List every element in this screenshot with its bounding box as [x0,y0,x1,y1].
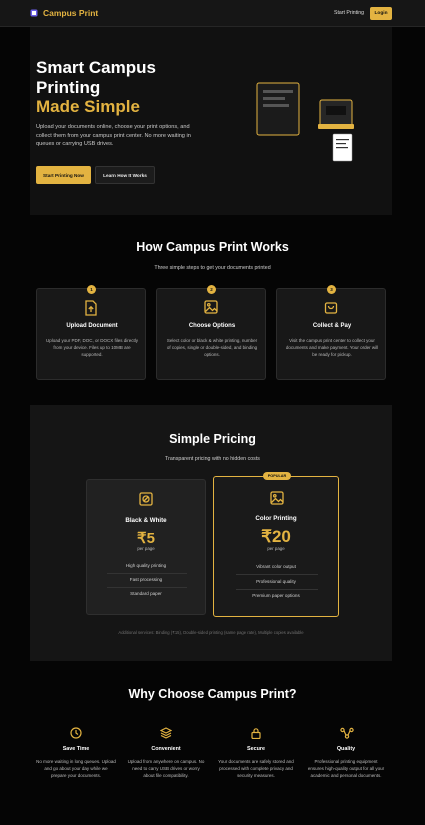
clock-icon [70,727,82,739]
hero-title: Smart Campus Printing Made Simple [36,58,236,117]
step-number: 3 [327,285,336,294]
feature-divider [236,574,318,575]
step-title: Collect & Pay [312,323,352,329]
plan-name: Black & White [125,517,167,524]
feature-divider [107,573,187,574]
step-description: Select color or black & white printing, … [166,338,258,357]
hero-title-line-2: Printing [36,77,101,97]
plan-feature: High quality printing [125,563,167,568]
plan-feature: Professional quality [256,579,296,584]
step-description: Visit the campus print center to collect… [285,338,379,357]
bw-print-icon [139,492,153,506]
feature-divider [107,587,187,588]
color-print-icon [270,491,284,505]
popular-badge: POPULAR [263,472,291,480]
why-description: Upload from anywhere on campus. No need … [127,759,205,778]
price-card-bw[interactable]: Black & White ₹5 per page High quality p… [86,479,206,615]
printer-logo-icon [30,9,38,17]
how-section-subtitle: Three simple steps to get your documents… [154,265,271,271]
hero-title-line-1: Smart Campus [36,58,156,77]
plan-unit: per page [267,546,285,551]
plan-feature: Fast processing [129,577,163,582]
why-title: Save Time [62,746,90,752]
step-card-options: 2 Choose Options Select color or black &… [156,285,266,380]
why-description: No more waiting in long queues. Upload a… [36,759,116,778]
step-title: Upload Document [66,323,118,329]
plan-unit: per page [137,546,155,551]
hero-title-line-3: Made Simple [36,97,140,116]
feature-divider [236,589,318,590]
why-title: Quality [336,746,356,752]
how-section-title: How Campus Print Works [136,240,289,254]
price-card-color[interactable]: POPULAR Color Printing ₹20 per page Vibr… [213,472,339,617]
step-number: 2 [207,285,216,294]
step-number: 1 [87,285,96,294]
pricing-note: Additional services: Binding (₹15), Doub… [118,630,304,635]
start-printing-link[interactable]: Start Printing [334,10,364,16]
quality-nodes-icon [340,727,354,739]
login-button[interactable]: Login [370,7,392,20]
top-nav: Campus Print Start Printing Login [0,0,425,27]
lock-icon [251,728,261,739]
plan-feature: Vibrant color output [256,564,296,569]
why-description: Your documents are safely stored and pro… [218,759,294,778]
image-options-icon [204,300,218,314]
plan-feature: Premium paper options [252,593,300,598]
pricing-title: Simple Pricing [169,432,256,446]
plan-price: ₹20 [261,527,291,546]
plan-feature: Standard paper [130,591,162,596]
step-description: Upload your PDF, DOC, or DOCX files dire… [45,338,139,357]
hero-description: Upload your documents online, choose you… [36,124,191,148]
plan-name: Color Printing [255,515,297,522]
learn-how-button[interactable]: Learn How It Works [95,166,155,184]
why-title: Secure [247,746,265,752]
why-description: Professional printing equipment ensures … [307,759,385,778]
plan-price: ₹5 [137,530,155,547]
start-printing-button[interactable]: Start Printing Now [36,166,91,184]
pricing-subtitle: Transparent pricing with no hidden costs [165,456,260,462]
step-card-upload: 1 Upload Document Upload your PDF, DOC, … [36,285,146,380]
document-upload-icon [85,300,97,316]
layers-icon [160,727,172,739]
brand-name: Campus Print [43,8,99,18]
shopping-bag-icon [324,302,338,314]
step-title: Choose Options [188,323,236,329]
brand[interactable]: Campus Print [30,8,98,18]
step-card-collect: 3 Collect & Pay Visit the campus print c… [276,285,386,380]
why-title: Convenient [151,746,181,752]
hero-section: Smart Campus Printing Made Simple Upload… [30,27,392,215]
why-section-title: Why Choose Campus Print? [128,687,297,701]
printing-illustration [256,82,354,162]
